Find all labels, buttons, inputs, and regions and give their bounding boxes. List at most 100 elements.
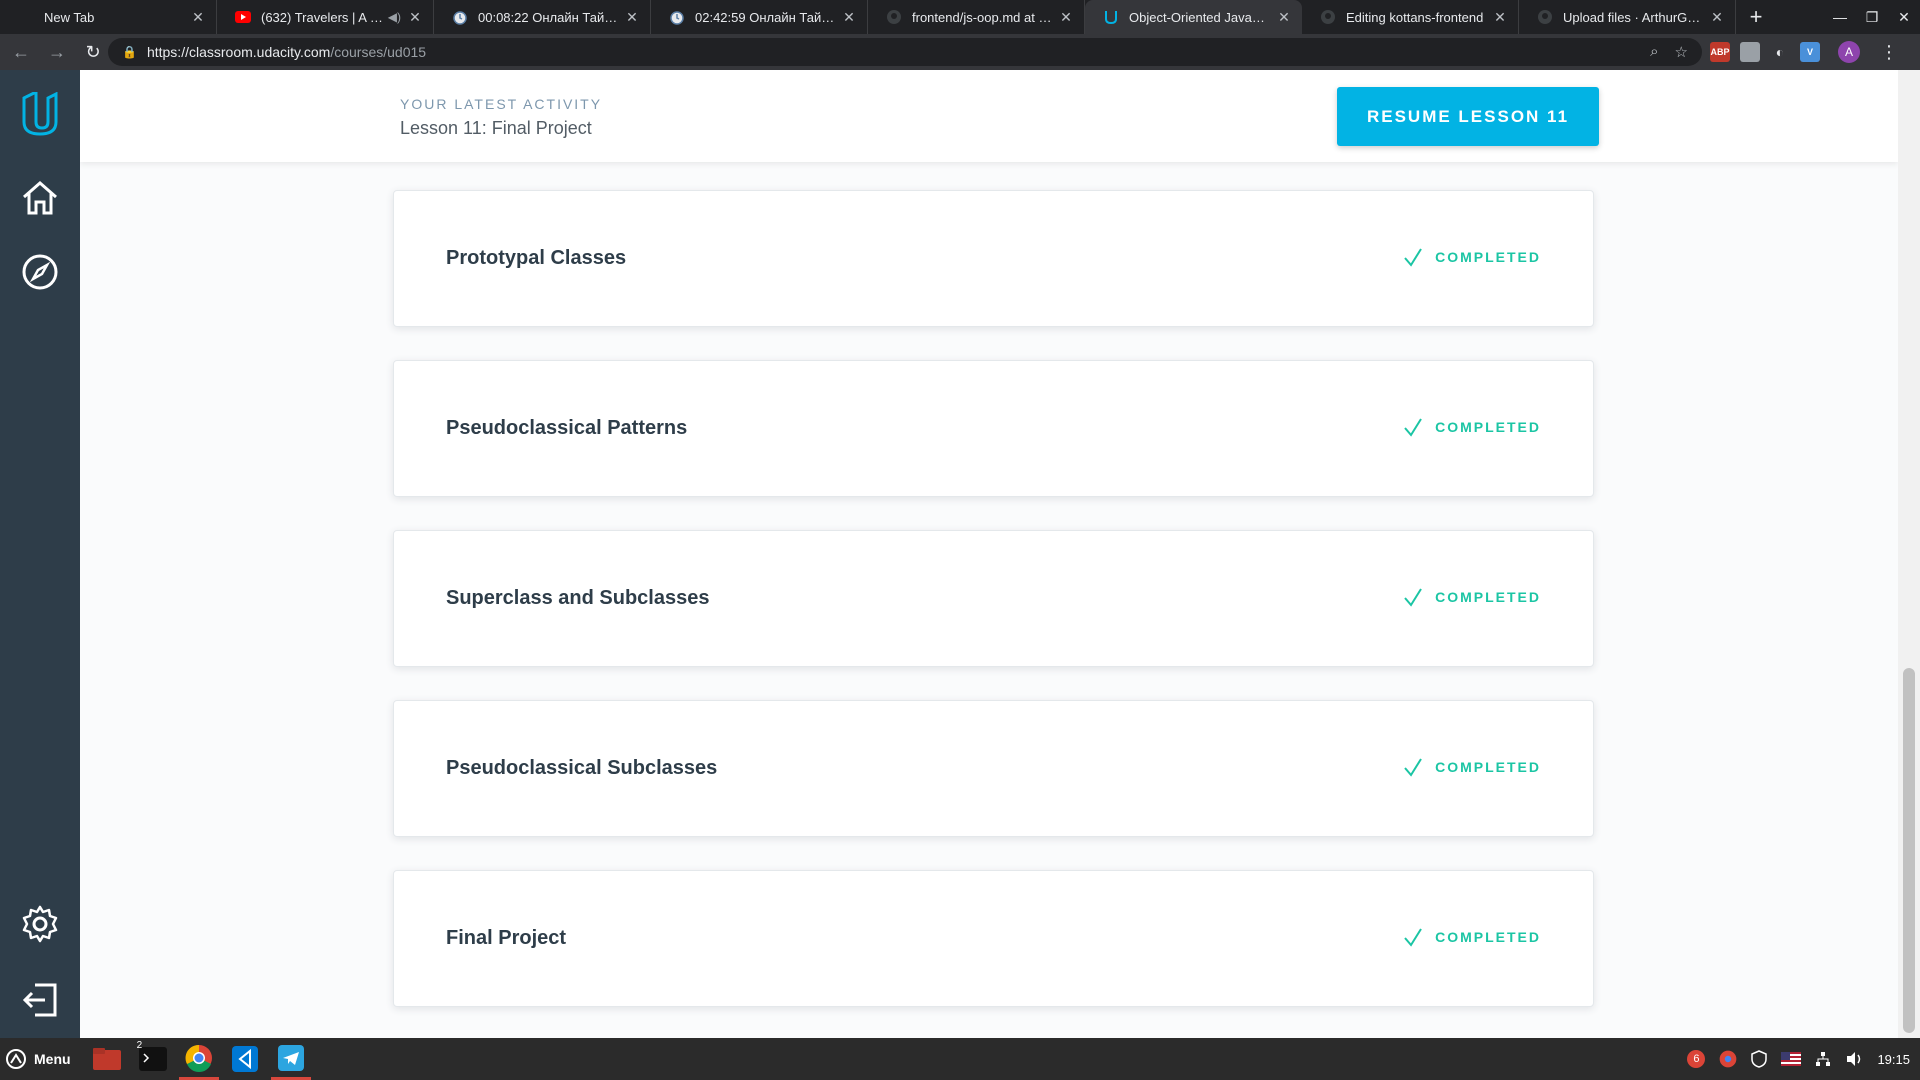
new-tab-button[interactable]: + <box>1736 0 1776 34</box>
completed-label: COMPLETED <box>1435 419 1541 435</box>
resume-lesson-button[interactable]: RESUME LESSON 11 <box>1337 87 1599 146</box>
volume-icon[interactable] <box>1845 1051 1863 1067</box>
udacity-icon <box>1103 9 1119 25</box>
tab-title: Upload files · ArthurGorb <box>1563 9 1703 25</box>
lesson-title: Pseudoclassical Subclasses <box>446 757 718 779</box>
tab-title: 00:08:22 Онлайн Таймер <box>478 9 618 25</box>
udacity-logo-icon[interactable] <box>18 92 62 136</box>
lesson-status: COMPLETED <box>1403 587 1541 607</box>
terminal-badge: 2 <box>136 1040 143 1051</box>
close-tab-icon[interactable]: ✕ <box>1058 9 1074 25</box>
checkmark-icon <box>1404 418 1422 437</box>
lesson-card[interactable]: Prototypal Classes COMPLETED <box>393 190 1594 327</box>
close-window-icon[interactable]: ✕ <box>1888 9 1920 26</box>
lock-icon[interactable]: 🔒 <box>122 45 137 59</box>
browser-toolbar: ← → ↻ 🔒 https://classroom.udacity.com/co… <box>0 34 1920 70</box>
url-path: /courses/ud015 <box>330 44 427 60</box>
vue-devtools-icon[interactable]: V <box>1800 42 1820 62</box>
lesson-title: Superclass and Subclasses <box>446 587 710 609</box>
latest-activity-lesson[interactable]: Lesson 11: Final Project <box>400 118 592 139</box>
restore-icon[interactable]: ❐ <box>1856 9 1888 26</box>
page-scrollbar[interactable] <box>1898 70 1920 1038</box>
reload-icon[interactable]: ↻ <box>78 37 108 67</box>
sync-extension-icon[interactable]: ◐ <box>1770 42 1790 62</box>
minimize-icon[interactable]: — <box>1824 9 1856 25</box>
clock[interactable]: 19:15 <box>1877 1052 1910 1067</box>
browser-tab[interactable]: New Tab ✕ <box>0 0 217 34</box>
shield-icon[interactable] <box>1751 1050 1768 1068</box>
completed-label: COMPLETED <box>1435 249 1541 265</box>
telegram-app[interactable] <box>270 1038 311 1080</box>
lesson-status: COMPLETED <box>1403 927 1541 947</box>
close-tab-icon[interactable]: ✕ <box>407 9 423 25</box>
speaker-icon[interactable]: ◀) <box>388 10 401 24</box>
blank-favicon-icon <box>18 9 34 25</box>
close-tab-icon[interactable]: ✕ <box>841 9 857 25</box>
extensions-bar: ABP ◐ V A ⋮ <box>1710 40 1898 64</box>
close-tab-icon[interactable]: ✕ <box>1709 9 1725 25</box>
latest-activity-bar: YOUR LATEST ACTIVITY Lesson 11: Final Pr… <box>80 70 1898 162</box>
lesson-card[interactable]: Pseudoclassical Patterns COMPLETED <box>393 360 1594 497</box>
browser-tab[interactable]: 02:42:59 Онлайн Таймер ✕ <box>651 0 868 34</box>
zoom-icon[interactable]: ⌕ <box>1650 43 1658 61</box>
us-flag-icon[interactable] <box>1781 1052 1802 1066</box>
forward-arrow-icon[interactable]: → <box>42 37 72 67</box>
github-icon <box>886 9 902 25</box>
window-controls: — ❐ ✕ <box>1824 0 1920 34</box>
chrome-icon <box>185 1044 212 1072</box>
lesson-status: COMPLETED <box>1403 417 1541 437</box>
bookmark-star-icon[interactable]: ☆ <box>1675 43 1688 61</box>
compass-icon[interactable] <box>18 250 62 294</box>
lesson-status: COMPLETED <box>1403 757 1541 777</box>
terminal-app[interactable]: 2 <box>133 1038 173 1080</box>
browser-tab-active[interactable]: Object-Oriented JavaScrip ✕ <box>1085 0 1302 34</box>
network-icon[interactable] <box>1815 1051 1831 1067</box>
folder-icon <box>92 1048 121 1070</box>
checkmark-icon <box>1404 248 1422 267</box>
more-menu-icon[interactable]: ⋮ <box>1880 42 1898 63</box>
profile-avatar[interactable]: A <box>1838 41 1860 63</box>
lesson-card[interactable]: Pseudoclassical Subclasses COMPLETED <box>393 700 1594 837</box>
browser-tab[interactable]: Upload files · ArthurGorb ✕ <box>1519 0 1736 34</box>
main-content: YOUR LATEST ACTIVITY Lesson 11: Final Pr… <box>80 70 1898 1038</box>
github-icon <box>1537 9 1553 25</box>
close-tab-icon[interactable]: ✕ <box>1276 9 1292 25</box>
logout-icon[interactable] <box>18 978 62 1022</box>
start-menu-button[interactable]: Menu <box>0 1038 81 1080</box>
chrome-app[interactable] <box>178 1038 219 1080</box>
os-taskbar: Menu 2 6 19:15 <box>0 1038 1920 1080</box>
close-tab-icon[interactable]: ✕ <box>624 9 640 25</box>
github-icon <box>1320 9 1336 25</box>
lesson-status: COMPLETED <box>1403 247 1541 267</box>
address-bar[interactable]: 🔒 https://classroom.udacity.com/courses/… <box>108 38 1702 66</box>
scrollbar-thumb[interactable] <box>1903 668 1915 1033</box>
file-manager-app[interactable] <box>87 1038 127 1080</box>
notification-badge[interactable]: 6 <box>1687 1050 1706 1068</box>
extension-icon[interactable] <box>1740 42 1760 62</box>
gear-icon[interactable] <box>18 902 62 946</box>
back-arrow-icon[interactable]: ← <box>6 37 36 67</box>
lesson-card[interactable]: Final Project COMPLETED <box>393 870 1594 1007</box>
vscode-icon <box>231 1046 258 1072</box>
browser-tab[interactable]: Editing kottans-frontend ✕ <box>1302 0 1519 34</box>
browser-tab[interactable]: (632) Travelers | A Chi ◀) ✕ <box>217 0 434 34</box>
adblock-extension-icon[interactable]: ABP <box>1710 42 1730 62</box>
tab-title: 02:42:59 Онлайн Таймер <box>695 9 835 25</box>
browser-tab[interactable]: frontend/js-oop.md at ma ✕ <box>868 0 1085 34</box>
lesson-card[interactable]: Superclass and Subclasses COMPLETED <box>393 530 1594 667</box>
system-tray: 6 19:15 <box>1687 1038 1910 1080</box>
lesson-title: Prototypal Classes <box>446 247 627 269</box>
browser-tab[interactable]: 00:08:22 Онлайн Таймер ✕ <box>434 0 651 34</box>
close-tab-icon[interactable]: ✕ <box>190 9 206 25</box>
chrome-tray-icon[interactable] <box>1719 1050 1737 1068</box>
checkmark-icon <box>1404 588 1422 607</box>
browser-tab-strip: New Tab ✕ (632) Travelers | A Chi ◀) ✕ 0… <box>0 0 1920 34</box>
alarm-clock-icon <box>669 9 685 25</box>
udacity-sidebar <box>0 70 80 1038</box>
vscode-app[interactable] <box>225 1038 265 1080</box>
home-icon[interactable] <box>18 176 62 220</box>
tab-title: Object-Oriented JavaScrip <box>1129 9 1270 25</box>
youtube-icon <box>235 9 251 25</box>
completed-label: COMPLETED <box>1435 929 1541 945</box>
close-tab-icon[interactable]: ✕ <box>1492 9 1508 25</box>
